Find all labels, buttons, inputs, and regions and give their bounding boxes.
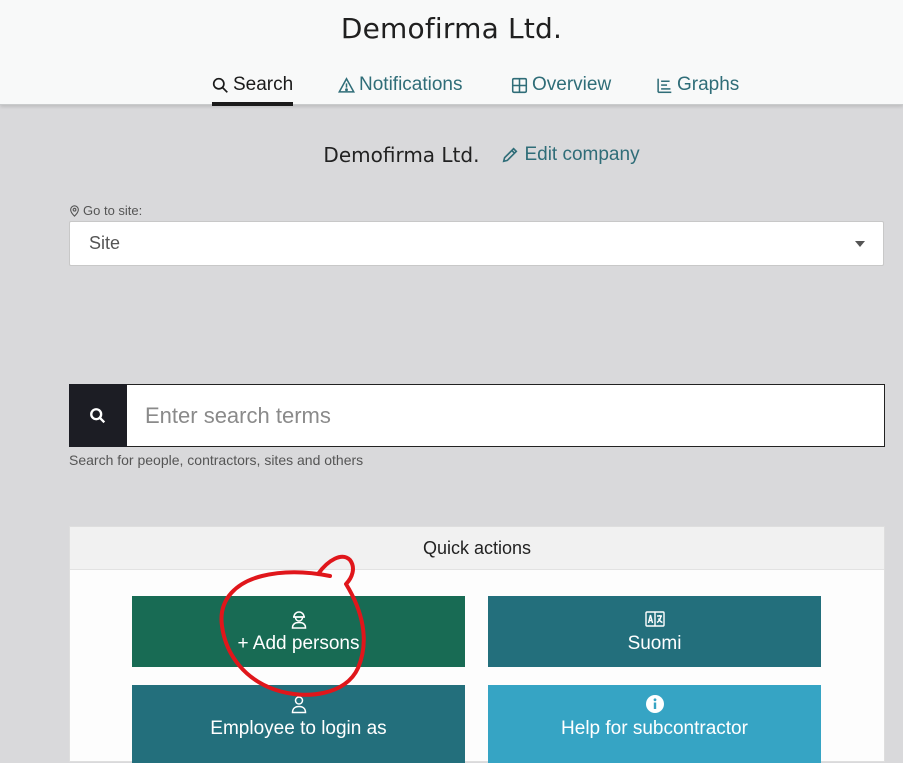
- language-suomi-button[interactable]: Suomi: [488, 596, 821, 667]
- site-field-label: Go to site:: [69, 203, 142, 218]
- search-hint: Search for people, contractors, sites an…: [69, 452, 364, 468]
- search-icon: [90, 407, 106, 423]
- worker-helmet-icon: [291, 610, 306, 629]
- edit-company-link[interactable]: Edit company: [501, 144, 640, 166]
- top-navigation-bar: Demofirma Ltd. Search Notifications Over…: [0, 0, 903, 106]
- help-subcontractor-button[interactable]: Help for subcontractor: [488, 685, 821, 763]
- tab-notifications[interactable]: Notifications: [338, 74, 463, 102]
- add-persons-label: + Add persons: [237, 632, 360, 654]
- tab-graphs-label: Graphs: [677, 74, 740, 95]
- tab-graphs[interactable]: Graphs: [656, 74, 739, 102]
- person-icon: [291, 696, 306, 714]
- bar-list-icon: [657, 78, 672, 94]
- app-title: Demofirma Ltd.: [340, 12, 563, 45]
- search-bar: [69, 384, 885, 447]
- search-input[interactable]: [127, 384, 885, 447]
- search-icon: [212, 77, 228, 93]
- tab-overview-label: Overview: [532, 74, 612, 95]
- quick-actions-title: Quick actions: [70, 527, 884, 570]
- company-header: Demofirma Ltd. Edit company: [0, 143, 903, 167]
- employee-login-button[interactable]: Employee to login as: [132, 685, 465, 763]
- tab-search-label: Search: [233, 74, 294, 95]
- chevron-down-icon: [855, 241, 865, 247]
- edit-company-label: Edit company: [524, 144, 640, 165]
- site-select[interactable]: Site: [69, 221, 884, 266]
- quick-actions-panel: Quick actions + Add persons Suomi Employ…: [69, 526, 885, 763]
- warning-triangle-icon: [338, 77, 355, 93]
- add-persons-button[interactable]: + Add persons: [132, 596, 465, 667]
- location-pin-icon: [70, 204, 79, 217]
- tab-overview[interactable]: Overview: [511, 74, 611, 102]
- pencil-icon: [503, 147, 518, 163]
- employee-login-label: Employee to login as: [210, 718, 387, 739]
- tab-notifications-label: Notifications: [359, 74, 463, 95]
- grid-icon: [511, 77, 528, 94]
- tab-search[interactable]: Search: [212, 74, 294, 106]
- company-name: Demofirma Ltd.: [323, 143, 480, 167]
- translate-icon: [644, 610, 665, 627]
- site-label-text: Go to site:: [83, 203, 143, 218]
- search-button[interactable]: [69, 384, 127, 447]
- suomi-label: Suomi: [627, 632, 682, 654]
- site-select-value: Site: [89, 233, 121, 253]
- help-subcontractor-label: Help for subcontractor: [561, 718, 748, 739]
- info-icon: [645, 695, 664, 713]
